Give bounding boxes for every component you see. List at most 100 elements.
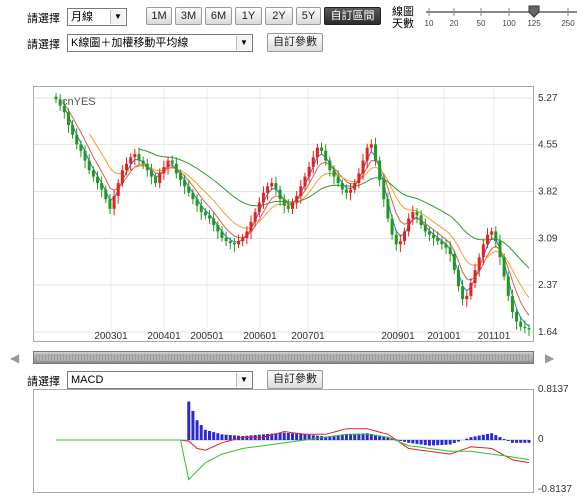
macd-histogram-bar [510, 440, 514, 443]
y-tick-label: 3.82 [538, 186, 558, 197]
macd-histogram-bar [282, 432, 286, 440]
macd-histogram-bar [241, 436, 245, 440]
price-chart-panel: 200301 200401 200501 200601 200701 200901 2010… [33, 86, 534, 342]
candle-body [141, 160, 145, 164]
macd-histogram-bar [220, 434, 224, 440]
macd-histogram-bar [340, 434, 344, 440]
range-button[interactable]: 3M [175, 7, 202, 25]
days-label: 線圖 天數 [392, 6, 414, 30]
candle-body [390, 218, 394, 235]
candle-body [411, 212, 415, 219]
candle-body [87, 160, 91, 171]
macd-histogram-bar [498, 437, 502, 440]
candle-body [104, 189, 108, 200]
candle-body [95, 176, 99, 184]
macd-histogram-bar [303, 434, 307, 440]
candle-body [419, 215, 423, 225]
moving-average-line [63, 107, 530, 327]
scrollbar-thumb[interactable] [36, 354, 531, 361]
macd-histogram-bar [266, 434, 270, 440]
candle-body [299, 186, 303, 196]
candle-body [415, 212, 419, 216]
candle-body [149, 170, 153, 177]
candle-body [515, 312, 519, 322]
macd-histogram-bar [427, 440, 431, 446]
slider-handle[interactable] [528, 5, 540, 18]
dropdown-arrow-icon: ▼ [236, 36, 251, 50]
period-value: 月線 [71, 11, 93, 23]
range-button[interactable]: 自訂區間 [324, 7, 381, 25]
candle-body [170, 160, 174, 164]
range-button[interactable]: 5Y [296, 7, 321, 25]
candle-body [125, 163, 129, 171]
candle-body [461, 286, 465, 300]
days-slider[interactable]: 10 20 50 100 125 250 [420, 4, 583, 32]
candle-body [295, 195, 299, 203]
macd-histogram-bar [199, 425, 203, 440]
candle-body [340, 183, 344, 190]
x-tick-label: 200501 [190, 331, 224, 341]
macd-histogram-bar [398, 440, 402, 441]
candle-body [282, 199, 286, 206]
macd-y-axis: 0.8137 0 -0.8137 [538, 384, 572, 495]
macd-histogram-bar [411, 440, 415, 444]
scrollbar-track[interactable] [33, 351, 534, 364]
macd-histogram-bar [195, 420, 199, 440]
candle-body [154, 176, 158, 184]
y-tick-label: 3.09 [538, 234, 558, 245]
indicator-params-button[interactable]: 自訂參數 [267, 370, 323, 389]
x-tick-label: 201101 [478, 331, 511, 341]
macd-histogram-bar [191, 410, 195, 440]
range-button[interactable]: 1M [146, 7, 172, 25]
candle-body [436, 237, 440, 242]
x-tick-label: 200601 [243, 331, 277, 341]
candle-body [386, 199, 390, 219]
candle-body [183, 179, 187, 187]
macd-histogram-bar [444, 440, 448, 445]
candle-body [66, 112, 70, 126]
slider-tick-label: 10 [425, 19, 434, 28]
candle-body [448, 247, 452, 254]
price-y-axis: 5.27 4.55 3.82 3.09 2.37 1.64 [538, 93, 558, 338]
candle-body [324, 150, 328, 161]
macd-histogram-bar [187, 401, 191, 440]
custom-params-button[interactable]: 自訂參數 [267, 33, 323, 52]
candle-body [178, 173, 182, 180]
candle-body [199, 205, 203, 213]
candle-body [261, 192, 265, 203]
macd-histogram-bar [448, 440, 452, 445]
macd-histogram-bar [477, 435, 481, 440]
range-button[interactable]: 2Y [265, 7, 293, 25]
chart-type-select[interactable]: K線圖＋加權移動平均線 ▼ [67, 34, 253, 52]
x-tick-label: 200301 [94, 331, 128, 341]
candle-body [365, 147, 369, 161]
macd-histogram-bar [465, 438, 469, 440]
macd-histogram-bar [216, 433, 220, 440]
candle-body [361, 160, 365, 174]
candle-body [332, 170, 336, 177]
macd-histogram-bar [344, 434, 348, 440]
scroll-right-icon[interactable]: ▶ [545, 351, 557, 365]
candle-body [133, 154, 137, 158]
range-button[interactable]: 1Y [235, 7, 262, 25]
macd-histogram-bar [415, 440, 419, 444]
candle-body [187, 186, 191, 193]
y-tick-label: 5.27 [538, 93, 558, 104]
scroll-left-icon[interactable]: ◀ [10, 351, 22, 365]
candle-body [519, 321, 523, 327]
macd-histogram-bar [278, 432, 282, 440]
candle-body [249, 221, 253, 232]
candle-body [208, 215, 212, 219]
macd-histogram-bar [245, 435, 249, 440]
indicator-select[interactable]: MACD ▼ [67, 371, 253, 389]
candle-body [245, 231, 249, 238]
candle-body [195, 199, 199, 206]
candle-body [378, 160, 382, 180]
candle-body [266, 186, 270, 193]
macd-histogram-bar [490, 433, 494, 440]
candle-body [228, 241, 232, 244]
candle-body [523, 326, 527, 329]
period-select[interactable]: 月線 ▼ [67, 8, 127, 26]
range-button[interactable]: 6M [205, 7, 232, 25]
watermark: cnYES [62, 96, 96, 108]
